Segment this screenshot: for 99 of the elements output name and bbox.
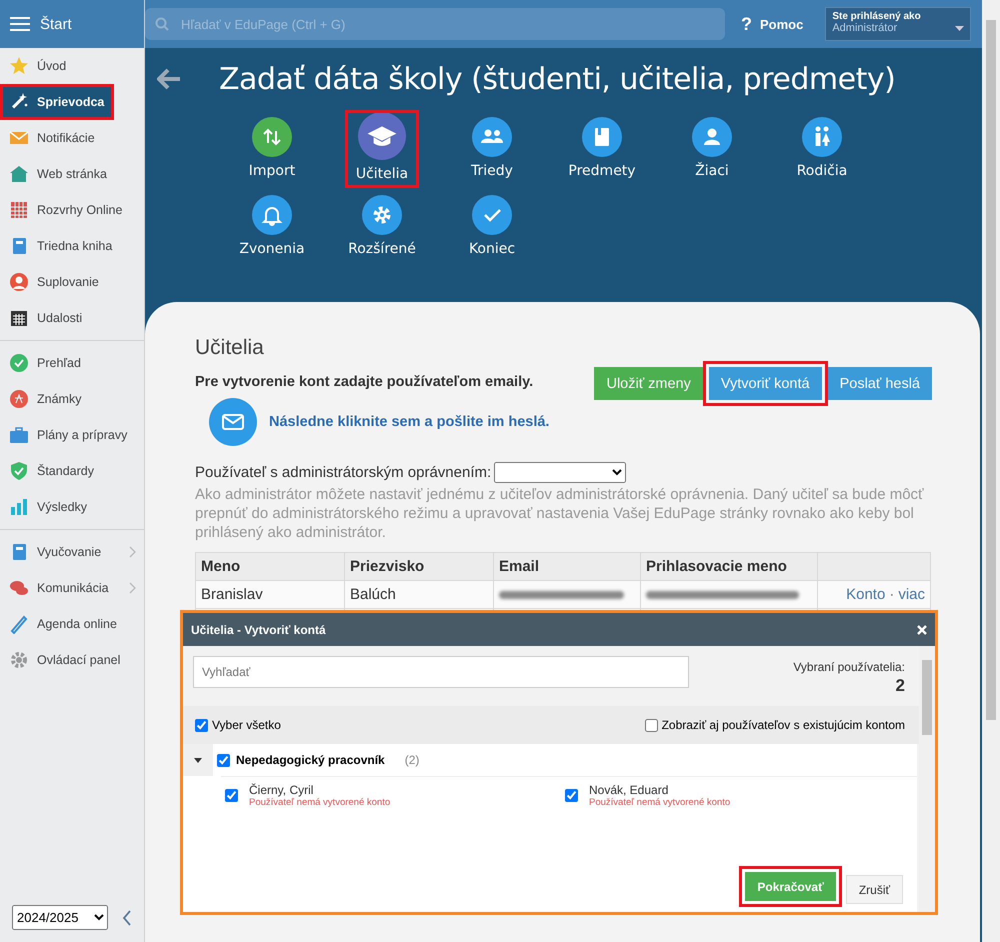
group-count: (2) xyxy=(404,753,420,767)
user-menu[interactable]: Ste prihlásený ako Administrátor xyxy=(825,7,972,41)
cancel-button[interactable]: Zrušiť xyxy=(846,875,903,904)
caret-icon xyxy=(194,758,202,762)
user-note: Používateľ nemá vytvorené konto xyxy=(249,797,390,808)
search-icon xyxy=(155,17,169,31)
sidebar-item[interactable]: Úvod xyxy=(0,48,144,84)
checkbox-label: Zobraziť aj používateľov s existujúcim kontom xyxy=(662,718,905,732)
group-name: Nepedagogický pracovník xyxy=(236,753,385,767)
sidebar-item[interactable]: Ovládací panel xyxy=(0,642,144,678)
collapse-icon[interactable] xyxy=(122,910,132,926)
user-name: Čierny, Cyril xyxy=(249,783,314,797)
row-link[interactable]: Konto xyxy=(846,586,886,603)
help-link[interactable]: ? Pomoc xyxy=(741,14,804,34)
sidebar-item[interactable]: Známky xyxy=(0,381,144,417)
admin-label: Používateľ s administrátorským oprávnením: xyxy=(195,464,492,481)
sidebar-item[interactable]: Web stránka xyxy=(0,156,144,192)
search-input[interactable]: Hľadať v EduPage (Ctrl + G) xyxy=(179,16,715,32)
wizard-step[interactable]: Koniec xyxy=(437,188,547,263)
sidebar-item[interactable]: Suplovanie xyxy=(0,264,144,300)
column-header: Prihlasovacie meno xyxy=(640,552,818,580)
sidebar-title: Štart xyxy=(40,16,72,32)
user-name: Novák, Eduard xyxy=(589,783,670,797)
sidebar-item[interactable]: Štandardy xyxy=(0,453,144,489)
send-passwords-link[interactable]: Následne kliknite sem a pošlite im heslá. xyxy=(269,414,550,430)
wizard-step[interactable]: Učitelia xyxy=(345,110,419,188)
wizard-step[interactable]: Rodičia xyxy=(767,110,877,188)
wizard-step[interactable]: Predmety xyxy=(547,110,657,188)
checkbox-label: Vyber všetko xyxy=(212,718,281,732)
people-icon xyxy=(472,117,512,157)
star-icon xyxy=(9,56,29,76)
sidebar-item[interactable]: Udalosti xyxy=(0,300,144,336)
sidebar-item[interactable]: Rozvrhy Online xyxy=(0,192,144,228)
wizard-step[interactable]: Import xyxy=(217,110,327,188)
user-note: Používateľ nemá vytvorené konto xyxy=(589,797,730,808)
bars-icon xyxy=(9,497,29,517)
pen-icon xyxy=(9,614,29,634)
checkbox[interactable] xyxy=(644,718,658,732)
link-separator: · xyxy=(889,586,894,603)
selected-users-label: Vybraní používatelia: xyxy=(793,660,905,674)
instruction-text: Pre vytvorenie kont zadajte používateľom emaily. xyxy=(195,374,534,390)
column-header: Meno xyxy=(196,552,344,580)
sidebar-item[interactable]: Vyučovanie xyxy=(0,534,144,570)
house-icon xyxy=(9,164,29,184)
help-label: Pomoc xyxy=(760,16,804,32)
arrows-icon xyxy=(252,117,292,157)
checkbox[interactable] xyxy=(195,718,208,732)
column-header: Priezvisko xyxy=(344,552,494,580)
close-icon[interactable] xyxy=(917,624,927,634)
gear-icon xyxy=(362,195,402,235)
book-icon xyxy=(582,117,622,157)
sidebar-item[interactable]: Komunikácia xyxy=(0,570,144,606)
sidebar-item[interactable]: Výsledky xyxy=(0,489,144,525)
checkbox[interactable] xyxy=(565,789,578,802)
check-icon xyxy=(472,195,512,235)
admin-select[interactable] xyxy=(494,462,626,483)
bell-icon xyxy=(252,195,292,235)
search-field[interactable]: Vyhľadať xyxy=(193,656,689,688)
sidebar-item[interactable]: Plány a prípravy xyxy=(0,417,144,453)
briefcase-icon xyxy=(9,425,29,445)
wizard-step[interactable]: Zvonenia xyxy=(217,188,327,263)
dialog-title: Učitelia - Vytvoriť kontá xyxy=(191,622,326,636)
wizard-step[interactable]: Rozšírené xyxy=(327,188,437,263)
table-cell: Balúch xyxy=(344,580,494,608)
scrollbar[interactable] xyxy=(982,0,1000,942)
help-icon: ? xyxy=(741,14,752,34)
admin-help-text: Ako administrátor môžete nastaviť jednému z učiteľov administrátorské oprávnenia. Daný učiteľ sa bude môcť prepnúť do administrátorského režimu a upravovať nastavenia Vašej EduPage stránky rovnako ako keby bol prihlásený ako administrátor. xyxy=(195,485,925,542)
section-title: Učitelia xyxy=(195,336,265,360)
table-cell: Branislav xyxy=(196,580,344,608)
caret-icon xyxy=(955,26,964,30)
cap-icon xyxy=(358,112,406,160)
grid-icon xyxy=(9,200,29,220)
sidebar-item[interactable]: Triedna kniha xyxy=(0,228,144,264)
sidebar-item[interactable]: Sprievodca xyxy=(0,84,114,120)
chat-icon xyxy=(9,578,29,598)
checkbox[interactable] xyxy=(225,789,238,802)
menu-icon[interactable] xyxy=(10,16,30,32)
sidebar-item[interactable]: Agenda online xyxy=(0,606,144,642)
column-header: Email xyxy=(494,552,640,580)
person-icon xyxy=(692,117,732,157)
search-field[interactable]: Hľadať v EduPage (Ctrl + G) xyxy=(145,8,725,40)
page-title: Zadať dáta školy (študenti, učitelia, predmety) xyxy=(219,62,896,96)
row-link[interactable]: viac xyxy=(898,586,925,603)
calendar-icon xyxy=(9,308,29,328)
sidebar-item[interactable]: Notifikácie xyxy=(0,120,144,156)
checkbox[interactable] xyxy=(217,754,230,766)
back-arrow-icon[interactable] xyxy=(157,68,181,90)
person-icon xyxy=(9,272,29,292)
wizard-step[interactable]: Triedy xyxy=(437,110,547,188)
gear-icon xyxy=(9,650,29,670)
selected-users-count: 2 xyxy=(894,676,905,696)
envelope-icon[interactable] xyxy=(209,398,257,446)
couple-icon xyxy=(802,117,842,157)
expand-toggle[interactable] xyxy=(183,744,213,776)
shield-icon xyxy=(9,461,29,481)
school-year-select[interactable]: 2024/2025 xyxy=(12,905,108,930)
wizard-step[interactable]: Žiaci xyxy=(657,110,767,188)
sidebar-item[interactable]: Prehľad xyxy=(0,345,144,381)
check-icon xyxy=(9,353,29,373)
